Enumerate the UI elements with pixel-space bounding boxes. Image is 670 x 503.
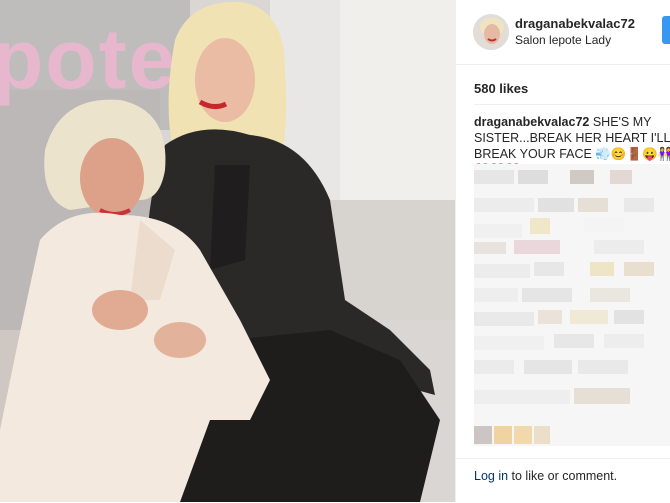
avatar[interactable]: [473, 14, 509, 50]
sign-text: pote: [0, 12, 177, 106]
comments-area-blurred: [474, 164, 670, 446]
avatar-image: [474, 15, 508, 49]
post-header: draganabekvalac72 Salon lepote Lady: [456, 0, 670, 65]
likes-divider: [474, 104, 670, 105]
post-location[interactable]: Salon lepote Lady: [515, 33, 611, 47]
post-sidebar: draganabekvalac72 Salon lepote Lady 580 …: [456, 0, 670, 502]
post-footer: Log in to like or comment.: [456, 458, 670, 503]
likes-count[interactable]: 580 likes: [474, 81, 528, 96]
photo-artwork: pote: [0, 0, 455, 502]
post-photo[interactable]: pote: [0, 0, 455, 502]
follow-button[interactable]: [662, 16, 670, 44]
caption-username[interactable]: draganabekvalac72: [474, 115, 589, 129]
login-prompt: Log in to like or comment.: [474, 469, 617, 483]
blurred-comments: [474, 164, 670, 446]
login-link[interactable]: Log in: [474, 469, 508, 483]
author-username[interactable]: draganabekvalac72: [515, 16, 635, 31]
login-prompt-text: to like or comment.: [508, 469, 618, 483]
